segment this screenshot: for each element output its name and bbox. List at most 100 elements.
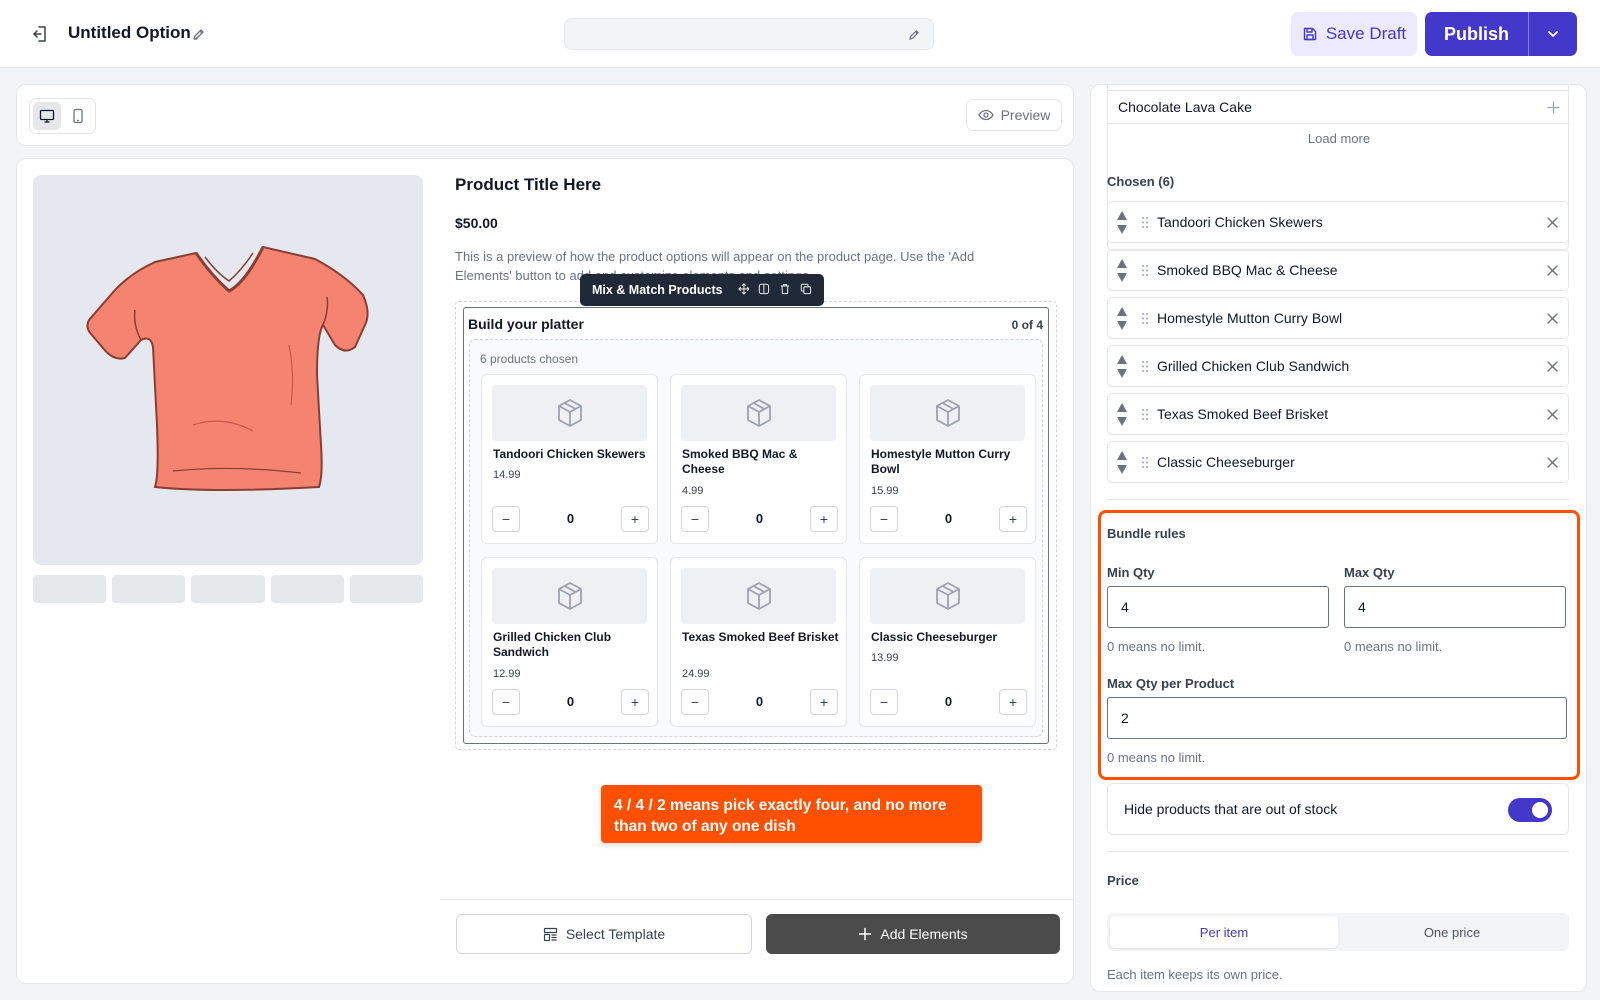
product-name: Grilled Chicken Club Sandwich [493,630,612,659]
increase-button[interactable]: + [999,506,1027,532]
close-icon[interactable] [1547,217,1558,228]
increase-button[interactable]: + [810,689,838,715]
decrease-button[interactable]: − [870,506,898,532]
min-qty-help: 0 means no limit. [1107,639,1206,654]
chosen-heading: Chosen (6) [1107,174,1175,189]
sort-arrows-icon[interactable] [1116,210,1128,235]
handle-field[interactable] [564,18,934,50]
increase-button[interactable]: + [999,689,1027,715]
exit-icon[interactable] [30,24,50,44]
drag-handle-icon[interactable] [1141,408,1149,421]
drag-handle-icon[interactable] [1141,264,1149,277]
preview-button[interactable]: Preview [966,99,1062,131]
quantity-stepper: − 0 + [492,689,649,715]
add-icon[interactable] [1547,101,1560,114]
duplicate-icon[interactable] [800,283,812,297]
chosen-item: Classic Cheeseburger [1107,441,1569,483]
product-name: Smoked BBQ Mac & Cheese [682,447,798,476]
price-heading: Price [1107,873,1139,888]
publish-menu-button[interactable] [1528,12,1577,56]
quantity-value: 0 [755,511,764,526]
product-price: 4.99 [682,485,704,497]
select-template-label: Select Template [565,926,666,942]
close-icon[interactable] [1547,457,1558,468]
increase-button[interactable]: + [621,689,649,715]
thumbnail[interactable] [270,575,344,603]
edit-title-icon[interactable] [192,27,206,41]
min-qty-label: Min Qty [1107,565,1155,580]
canvas-footer: Select Template Add Elements [440,899,1074,984]
chosen-item: Tandoori Chicken Skewers [1107,201,1569,243]
sort-arrows-icon[interactable] [1116,258,1128,283]
box-icon [492,385,647,441]
product-card: Tandoori Chicken Skewers 14.99 − 0 + [481,374,658,544]
product-price: 15.99 [871,485,899,497]
add-elements-button[interactable]: Add Elements [766,914,1060,954]
product-card: Homestyle Mutton Curry Bowl 15.99 − 0 + [859,374,1036,544]
max-per-product-input[interactable]: 2 [1107,697,1567,739]
bundle-rules-section: Bundle rules Min Qty 4 0 means no limit.… [1098,510,1580,780]
price-help: Each item keeps its own price. [1107,967,1283,982]
products-chosen-label: 6 products chosen [480,352,579,366]
one-price-option[interactable]: One price [1338,916,1566,948]
sort-arrows-icon[interactable] [1116,354,1128,379]
sort-arrows-icon[interactable] [1116,306,1128,331]
desktop-icon[interactable] [33,102,61,130]
product-card: Classic Cheeseburger 13.99 − 0 + [859,557,1036,727]
thumbnail[interactable] [349,575,424,603]
decrease-button[interactable]: − [492,689,520,715]
sort-arrows-icon[interactable] [1116,402,1128,427]
quantity-value: 0 [944,694,953,709]
product-price: 13.99 [871,652,899,664]
load-more-link[interactable]: Load more [1108,131,1570,146]
quantity-stepper: − 0 + [681,506,838,532]
mix-match-element[interactable]: Build your platter 0 of 4 6 products cho… [455,301,1057,750]
drag-handle-icon[interactable] [1141,360,1149,373]
trash-icon[interactable] [779,283,791,297]
close-icon[interactable] [1547,361,1558,372]
select-template-button[interactable]: Select Template [456,914,752,954]
drag-handle-icon[interactable] [1141,456,1149,469]
per-item-option[interactable]: Per item [1110,916,1338,948]
drag-handle-icon[interactable] [1141,312,1149,325]
available-product-item[interactable]: Chocolate Lava Cake [1108,90,1570,124]
drag-handle-icon[interactable] [1141,216,1149,229]
hide-out-of-stock-toggle[interactable] [1508,798,1552,822]
increase-button[interactable]: + [810,506,838,532]
max-qty-input[interactable]: 4 [1344,586,1566,628]
widget-counter: 0 of 4 [1011,318,1043,332]
chosen-item: Smoked BBQ Mac & Cheese [1107,249,1569,291]
close-icon[interactable] [1547,313,1558,324]
decrease-button[interactable]: − [870,689,898,715]
mobile-icon[interactable] [64,102,92,130]
decrease-button[interactable]: − [681,506,709,532]
thumbnail[interactable] [33,575,107,603]
decrease-button[interactable]: − [681,689,709,715]
publish-button[interactable]: Publish [1425,12,1528,56]
thumbnail[interactable] [112,575,186,603]
close-icon[interactable] [1547,409,1558,420]
columns-icon[interactable] [758,283,770,297]
save-draft-button[interactable]: Save Draft [1291,12,1417,56]
max-per-product-help: 0 means no limit. [1107,750,1206,765]
box-icon [681,385,836,441]
mix-match-widget: Build your platter 0 of 4 6 products cho… [463,307,1049,744]
thumbnail[interactable] [191,575,265,603]
eye-icon [977,107,994,123]
chosen-item-name: Homestyle Mutton Curry Bowl [1157,310,1343,326]
quantity-value: 0 [566,694,575,709]
template-icon [543,927,558,942]
hide-out-of-stock-label: Hide products that are out of stock [1124,801,1338,817]
sort-arrows-icon[interactable] [1116,450,1128,475]
min-qty-input[interactable]: 4 [1107,586,1329,628]
move-icon[interactable] [737,283,750,297]
product-name: Texas Smoked Beef Brisket [682,630,839,644]
decrease-button[interactable]: − [492,506,520,532]
increase-button[interactable]: + [621,506,649,532]
chosen-item: Texas Smoked Beef Brisket [1107,393,1569,435]
quantity-stepper: − 0 + [870,689,1027,715]
preview-label: Preview [1000,107,1051,123]
close-icon[interactable] [1547,265,1558,276]
product-grid: Tandoori Chicken Skewers 14.99 − 0 + Smo… [481,374,1037,727]
box-icon [492,568,647,624]
